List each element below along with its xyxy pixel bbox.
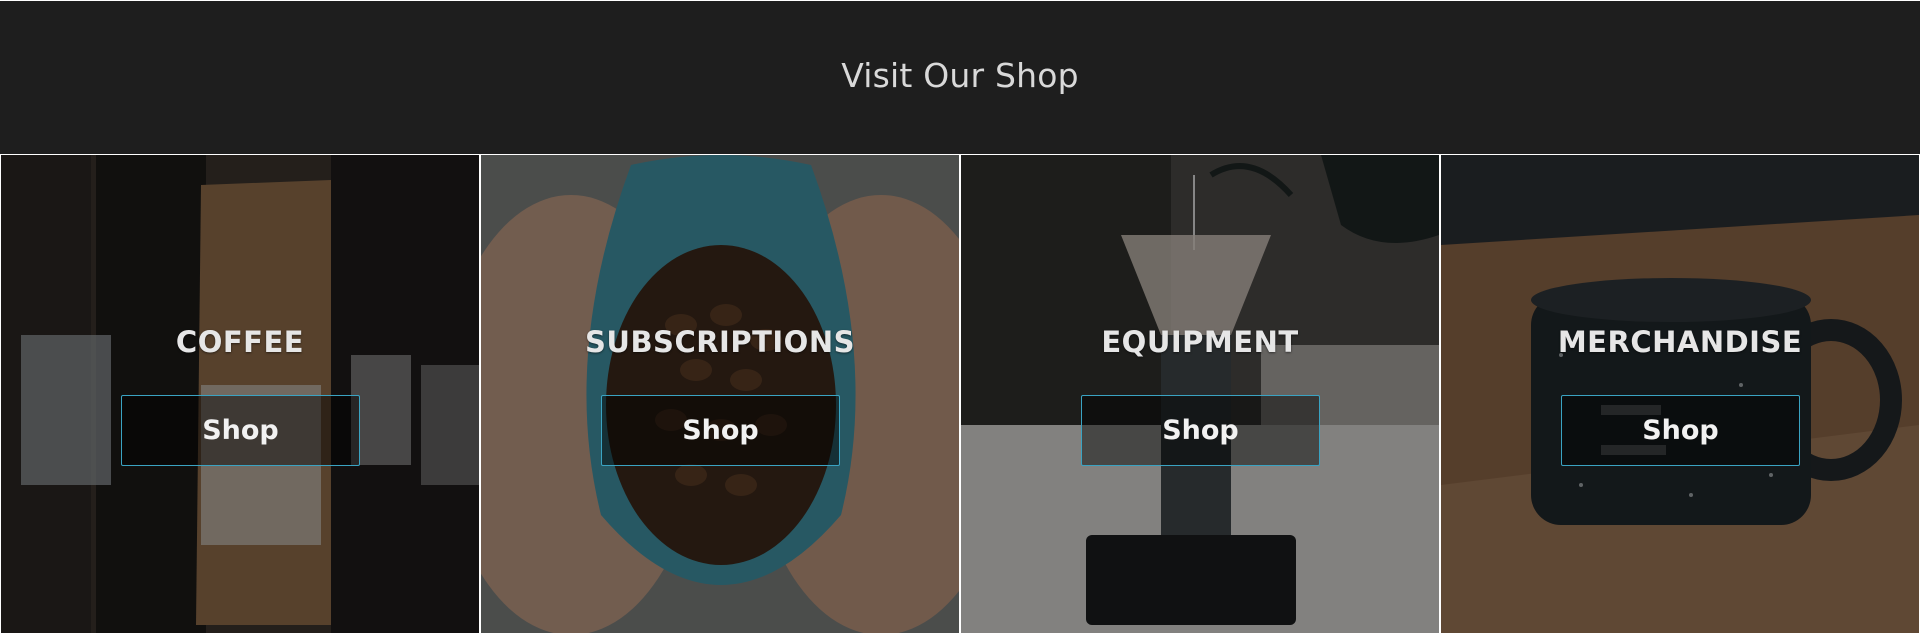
shop-button-coffee[interactable]: Shop	[121, 395, 360, 466]
shop-button-merchandise[interactable]: Shop	[1561, 395, 1800, 466]
tile-title-coffee: COFFEE	[175, 325, 305, 359]
category-tile-coffee: COFFEE Shop	[1, 155, 479, 633]
tile-title-merchandise: MERCHANDISE	[1557, 325, 1803, 359]
shop-button-label: Shop	[202, 415, 279, 446]
shop-button-label: Shop	[682, 415, 759, 446]
shop-header: Visit Our Shop	[0, 0, 1920, 154]
shop-button-label: Shop	[1162, 415, 1239, 446]
category-tile-subscriptions: SUBSCRIPTIONS Shop	[481, 155, 959, 633]
tile-title-subscriptions: SUBSCRIPTIONS	[585, 325, 855, 359]
category-tile-equipment: EQUIPMENT Shop	[961, 155, 1439, 633]
category-tile-merchandise: MERCHANDISE Shop	[1441, 155, 1919, 633]
tile-title-equipment: EQUIPMENT	[1101, 325, 1299, 359]
shop-button-subscriptions[interactable]: Shop	[601, 395, 840, 466]
shop-button-equipment[interactable]: Shop	[1081, 395, 1320, 466]
page-title: Visit Our Shop	[841, 56, 1079, 95]
shop-button-label: Shop	[1642, 415, 1719, 446]
shop-category-grid: COFFEE Shop SUBSCRIPTIONS Shop EQUIPMENT…	[0, 154, 1920, 634]
